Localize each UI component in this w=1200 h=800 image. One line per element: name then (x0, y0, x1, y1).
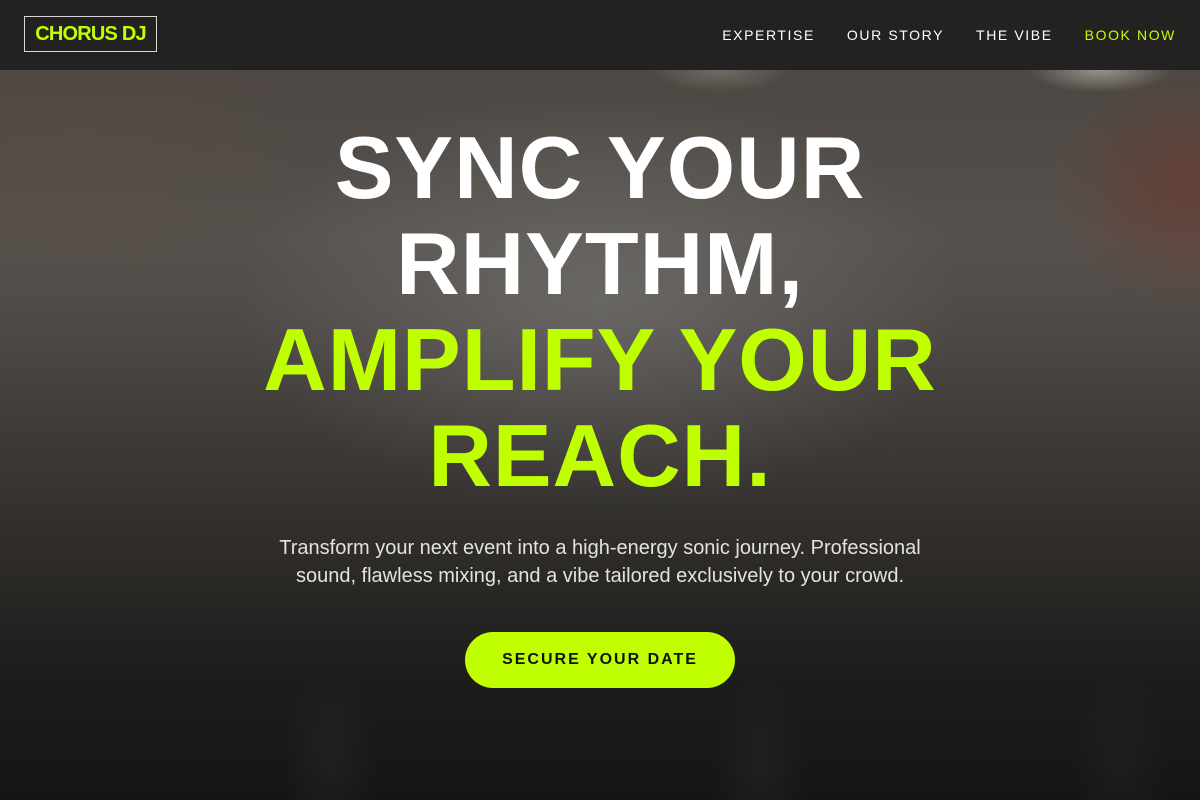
nav-link-expertise[interactable]: EXPERTISE (722, 27, 815, 43)
site-header: CHORUS DJ EXPERTISE OUR STORY THE VIBE B… (0, 0, 1200, 70)
nav-link-book-now[interactable]: BOOK NOW (1085, 27, 1176, 43)
headline-line-3: AMPLIFY YOUR (263, 310, 937, 409)
logo[interactable]: CHORUS DJ (24, 16, 157, 52)
hero-section: SYNC YOUR RHYTHM, AMPLIFY YOUR REACH. Tr… (0, 120, 1200, 688)
nav-link-the-vibe[interactable]: THE VIBE (976, 27, 1053, 43)
page: CHORUS DJ EXPERTISE OUR STORY THE VIBE B… (0, 0, 1200, 800)
nav-link-our-story[interactable]: OUR STORY (847, 27, 944, 43)
headline-line-1: SYNC YOUR (334, 118, 866, 217)
secure-your-date-button[interactable]: SECURE YOUR DATE (465, 632, 735, 688)
headline-line-2: RHYTHM, (396, 214, 804, 313)
headline-line-4: REACH. (428, 406, 772, 505)
main-nav: EXPERTISE OUR STORY THE VIBE BOOK NOW (722, 0, 1176, 70)
hero-headline: SYNC YOUR RHYTHM, AMPLIFY YOUR REACH. (150, 120, 1050, 504)
hero-subtext: Transform your next event into a high-en… (279, 537, 921, 587)
